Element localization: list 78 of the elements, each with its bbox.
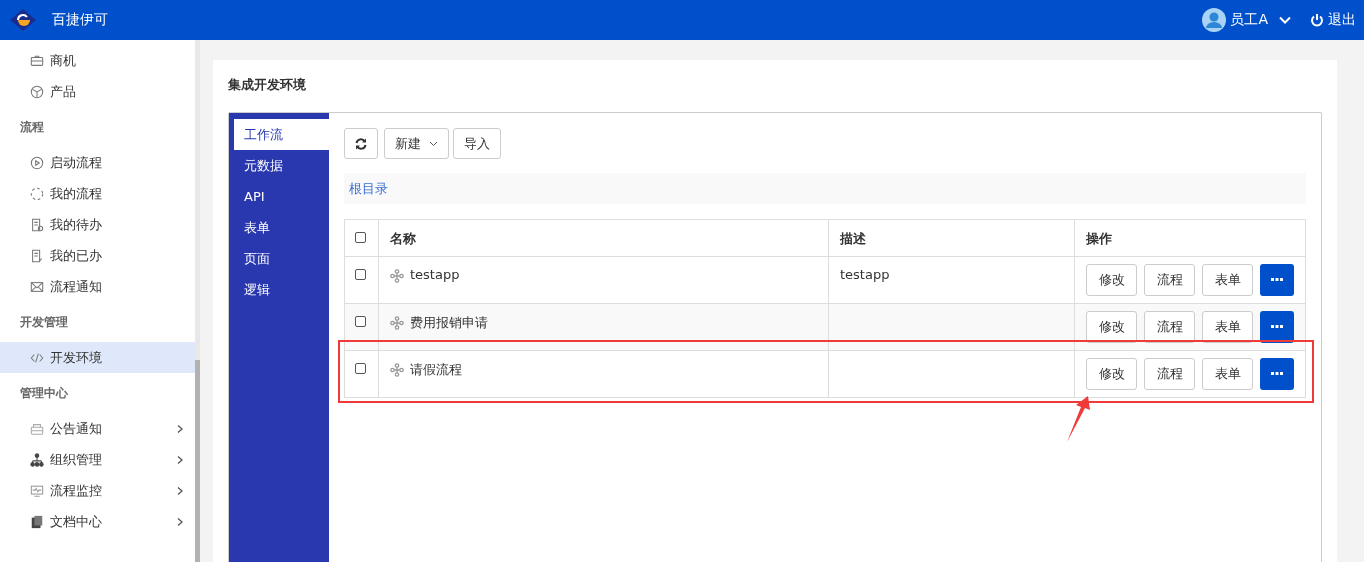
table-cell: testapp — [828, 257, 1074, 303]
play-icon — [30, 155, 44, 170]
chevron-icon — [175, 516, 185, 527]
more-icon — [1271, 278, 1283, 282]
sidebar-item[interactable]: 我的流程 — [0, 178, 195, 209]
import-button[interactable]: 导入 — [453, 128, 501, 159]
avatar-icon — [1202, 8, 1227, 32]
briefcase-icon — [30, 53, 44, 68]
row-checkbox[interactable] — [355, 363, 366, 374]
cube-icon — [30, 84, 44, 99]
sidebar-item[interactable]: 我的待办 — [0, 209, 195, 240]
sidebar-item[interactable]: 开发环境 — [0, 342, 195, 373]
logo-icon — [8, 7, 38, 33]
sidebar-item[interactable]: 我的已办 — [0, 240, 195, 271]
more-icon — [1271, 325, 1283, 329]
workflow-name: testapp — [410, 267, 460, 282]
folder-icon — [30, 514, 44, 529]
org-chart-icon — [30, 452, 44, 467]
page-title: 集成开发环境 — [228, 76, 307, 94]
sidebar-item[interactable]: 公告通知 — [0, 413, 195, 444]
action-button[interactable]: 流程 — [1144, 311, 1195, 343]
tab[interactable]: 元数据 — [229, 150, 329, 181]
brand-name: 百捷伊可 — [52, 11, 108, 29]
flow-icon — [390, 316, 404, 330]
refresh-icon — [354, 136, 368, 151]
document-check-icon — [30, 248, 44, 263]
chevron-icon — [175, 423, 185, 434]
sidebar-item[interactable]: 启动流程 — [0, 147, 195, 178]
caret-icon — [429, 140, 438, 147]
action-button[interactable]: 表单 — [1202, 264, 1253, 296]
scrollbar[interactable] — [195, 40, 200, 562]
sidebar-item[interactable]: 流程监控 — [0, 475, 195, 506]
tab[interactable]: 页面 — [229, 243, 329, 274]
sidebar-item[interactable]: 文档中心 — [0, 506, 195, 537]
chevron-icon — [175, 454, 185, 465]
action-button[interactable]: 表单 — [1202, 358, 1253, 390]
new-dropdown-button[interactable]: 新建 — [384, 128, 449, 159]
sidebar-section-title: 管理中心 — [19, 384, 69, 402]
more-button[interactable] — [1260, 311, 1294, 343]
tab[interactable]: API — [229, 181, 329, 212]
more-icon — [1271, 372, 1283, 376]
power-icon — [1310, 13, 1324, 27]
action-button[interactable]: 修改 — [1086, 264, 1137, 296]
sidebar-item[interactable]: 产品 — [0, 76, 195, 107]
monitor-icon — [30, 483, 44, 498]
row-checkbox[interactable] — [355, 316, 366, 327]
workflow-name: 费用报销申请 — [410, 314, 488, 332]
flow-icon — [390, 269, 404, 283]
chevron-icon — [175, 485, 185, 496]
loading-icon — [30, 186, 44, 201]
more-button[interactable] — [1260, 358, 1294, 390]
action-button[interactable]: 修改 — [1086, 311, 1137, 343]
action-button[interactable]: 修改 — [1086, 358, 1137, 390]
sidebar-item[interactable]: 组织管理 — [0, 444, 195, 475]
mail-icon — [30, 279, 44, 294]
row-checkbox[interactable] — [355, 269, 366, 280]
sidebar-section-title: 开发管理 — [19, 313, 69, 331]
tab[interactable]: 逻辑 — [229, 274, 329, 305]
logout-button[interactable]: 退出 — [1310, 11, 1356, 29]
document-icon — [30, 217, 44, 232]
breadcrumb-link[interactable]: 根目录 — [349, 179, 388, 198]
user-name: 员工A — [1230, 11, 1268, 29]
action-button[interactable]: 表单 — [1202, 311, 1253, 343]
sidebar-item[interactable]: 商机 — [0, 45, 195, 76]
user-menu[interactable]: 员工A — [1202, 8, 1292, 32]
chevron-down-icon — [1278, 15, 1292, 25]
flow-icon — [390, 363, 404, 377]
refresh-button[interactable] — [344, 128, 378, 159]
select-all-checkbox[interactable] — [355, 232, 366, 243]
more-button[interactable] — [1260, 264, 1294, 296]
workflow-name: 请假流程 — [410, 361, 462, 379]
tray-icon — [30, 421, 44, 436]
action-button[interactable]: 流程 — [1144, 264, 1195, 296]
action-button[interactable]: 流程 — [1144, 358, 1195, 390]
tab[interactable]: 工作流 — [234, 119, 329, 150]
sidebar-section-title: 流程 — [19, 118, 45, 136]
sidebar-item[interactable]: 流程通知 — [0, 271, 195, 302]
tab[interactable]: 表单 — [229, 212, 329, 243]
